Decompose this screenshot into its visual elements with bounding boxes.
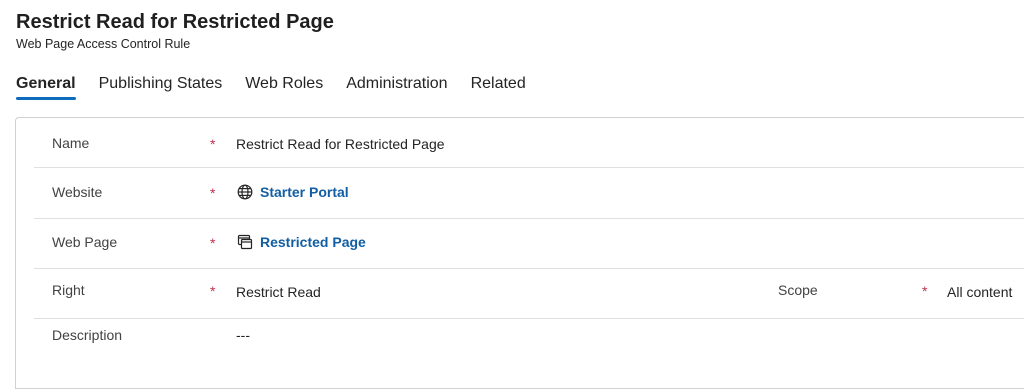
web-page-link[interactable]: Restricted Page bbox=[260, 234, 366, 250]
name-field[interactable]: Restrict Read for Restricted Page bbox=[236, 136, 445, 152]
globe-icon bbox=[236, 183, 254, 201]
web-page-icon bbox=[236, 233, 254, 251]
name-label: Name bbox=[52, 135, 90, 151]
tab-related[interactable]: Related bbox=[471, 72, 526, 102]
name-required-marker: * bbox=[210, 136, 216, 152]
page-title: Restrict Read for Restricted Page bbox=[16, 11, 334, 33]
website-link[interactable]: Starter Portal bbox=[260, 184, 349, 200]
website-label: Website bbox=[52, 184, 103, 200]
tab-web-roles[interactable]: Web Roles bbox=[245, 72, 323, 102]
website-lookup[interactable]: Starter Portal bbox=[236, 183, 349, 201]
description-field[interactable]: --- bbox=[236, 327, 250, 343]
tab-administration[interactable]: Administration bbox=[346, 72, 447, 102]
scope-required-marker: * bbox=[922, 283, 928, 299]
tab-list: General Publishing States Web Roles Admi… bbox=[16, 72, 549, 102]
website-required-marker: * bbox=[210, 185, 216, 201]
scope-label: Scope bbox=[778, 282, 818, 298]
general-form-section: Name * Restrict Read for Restricted Page… bbox=[15, 117, 1024, 389]
entity-type-label: Web Page Access Control Rule bbox=[16, 37, 191, 51]
web-page-required-marker: * bbox=[210, 235, 216, 251]
tab-general[interactable]: General bbox=[16, 72, 76, 102]
scope-field[interactable]: All content bbox=[947, 284, 1012, 300]
web-page-row: Web Page * Restricted Page bbox=[34, 219, 1024, 269]
description-label: Description bbox=[52, 327, 123, 343]
tab-publishing-states[interactable]: Publishing States bbox=[99, 72, 223, 102]
right-label: Right bbox=[52, 282, 85, 298]
website-row: Website * Starter Portal bbox=[34, 169, 1024, 219]
description-row: Description --- bbox=[34, 319, 1024, 368]
right-row: Right * Restrict Read Scope * All conten… bbox=[34, 269, 1024, 319]
right-required-marker: * bbox=[210, 283, 216, 299]
web-page-lookup[interactable]: Restricted Page bbox=[236, 233, 366, 251]
right-field[interactable]: Restrict Read bbox=[236, 284, 321, 300]
web-page-label: Web Page bbox=[52, 234, 118, 250]
record-header: Restrict Read for Restricted Page Web Pa… bbox=[16, 8, 334, 52]
name-row: Name * Restrict Read for Restricted Page bbox=[34, 118, 1024, 168]
